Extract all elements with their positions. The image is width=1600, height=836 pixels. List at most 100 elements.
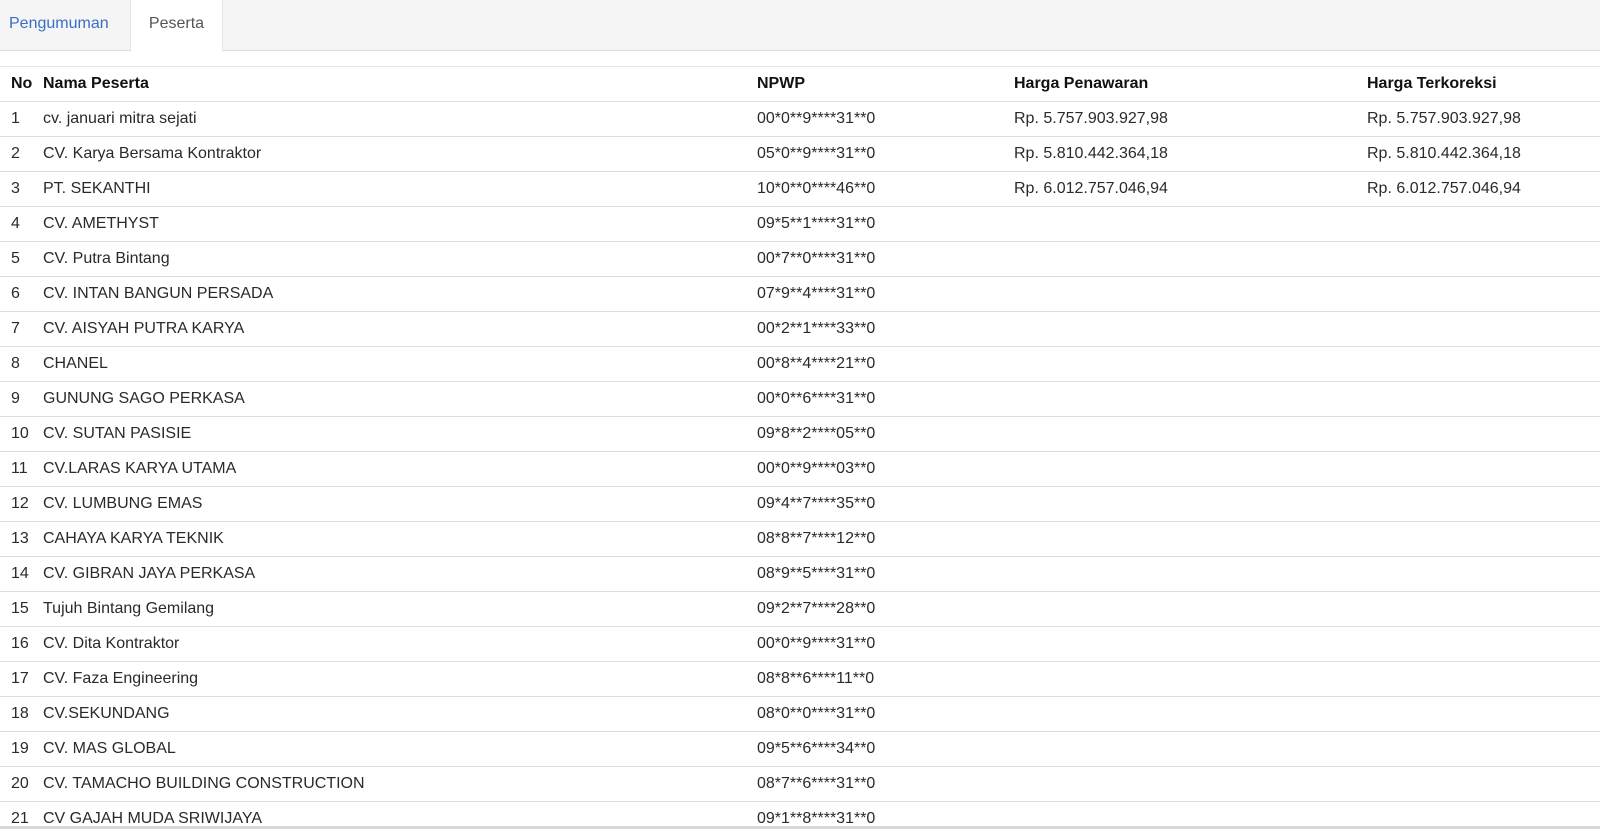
cell-no: 15 — [0, 592, 43, 627]
cell-harga-penawaran — [1014, 452, 1367, 487]
cell-npwp: 09*5**6****34**0 — [757, 732, 1014, 767]
cell-npwp: 00*7**0****31**0 — [757, 242, 1014, 277]
cell-npwp: 08*9**5****31**0 — [757, 557, 1014, 592]
cell-harga-terkoreksi: Rp. 6.012.757.046,94 — [1367, 172, 1600, 207]
cell-harga-penawaran — [1014, 522, 1367, 557]
cell-npwp: 00*0**9****03**0 — [757, 452, 1014, 487]
cell-npwp: 09*2**7****28**0 — [757, 592, 1014, 627]
cell-harga-penawaran — [1014, 207, 1367, 242]
cell-harga-penawaran: Rp. 6.012.757.046,94 — [1014, 172, 1367, 207]
cell-nama-peserta: CHANEL — [43, 347, 757, 382]
header-harga-terkoreksi: Harga Terkoreksi — [1367, 67, 1600, 102]
cell-harga-terkoreksi — [1367, 522, 1600, 557]
cell-nama-peserta: CV. MAS GLOBAL — [43, 732, 757, 767]
cell-npwp: 00*0**9****31**0 — [757, 102, 1014, 137]
cell-npwp: 08*7**6****31**0 — [757, 767, 1014, 802]
cell-nama-peserta: Tujuh Bintang Gemilang — [43, 592, 757, 627]
cell-no: 12 — [0, 487, 43, 522]
cell-no: 18 — [0, 697, 43, 732]
peserta-table: No Nama Peserta NPWP Harga Penawaran Har… — [0, 66, 1600, 836]
cell-nama-peserta: cv. januari mitra sejati — [43, 102, 757, 137]
cell-nama-peserta: CV. AMETHYST — [43, 207, 757, 242]
table-row: 13CAHAYA KARYA TEKNIK08*8**7****12**0 — [0, 522, 1600, 557]
cell-harga-penawaran — [1014, 697, 1367, 732]
table-body: 1cv. januari mitra sejati00*0**9****31**… — [0, 102, 1600, 836]
cell-harga-terkoreksi — [1367, 662, 1600, 697]
cell-npwp: 10*0**0****46**0 — [757, 172, 1014, 207]
header-no: No — [0, 67, 43, 102]
cell-no: 7 — [0, 312, 43, 347]
cell-nama-peserta: GUNUNG SAGO PERKASA — [43, 382, 757, 417]
cell-nama-peserta: CV. Karya Bersama Kontraktor — [43, 137, 757, 172]
cell-no: 6 — [0, 277, 43, 312]
cell-npwp: 09*4**7****35**0 — [757, 487, 1014, 522]
cell-nama-peserta: CV. LUMBUNG EMAS — [43, 487, 757, 522]
cell-no: 14 — [0, 557, 43, 592]
cell-harga-terkoreksi — [1367, 487, 1600, 522]
tab-peserta[interactable]: Peserta — [130, 0, 223, 52]
table-row: 11CV.LARAS KARYA UTAMA00*0**9****03**0 — [0, 452, 1600, 487]
cell-npwp: 00*2**1****33**0 — [757, 312, 1014, 347]
cell-nama-peserta: CV. TAMACHO BUILDING CONSTRUCTION — [43, 767, 757, 802]
tab-pengumuman[interactable]: Pengumuman — [0, 0, 130, 51]
cell-nama-peserta: CV.LARAS KARYA UTAMA — [43, 452, 757, 487]
cell-harga-penawaran — [1014, 627, 1367, 662]
cell-harga-terkoreksi — [1367, 557, 1600, 592]
cell-nama-peserta: CV. Putra Bintang — [43, 242, 757, 277]
table-row: 1cv. januari mitra sejati00*0**9****31**… — [0, 102, 1600, 137]
cell-harga-terkoreksi — [1367, 627, 1600, 662]
header-npwp: NPWP — [757, 67, 1014, 102]
table-row: 21CV GAJAH MUDA SRIWIJAYA09*1**8****31**… — [0, 802, 1600, 836]
cell-harga-terkoreksi — [1367, 767, 1600, 802]
cell-no: 13 — [0, 522, 43, 557]
table-row: 17CV. Faza Engineering08*8**6****11**0 — [0, 662, 1600, 697]
cell-nama-peserta: CV. GIBRAN JAYA PERKASA — [43, 557, 757, 592]
cell-no: 20 — [0, 767, 43, 802]
peserta-table-container: No Nama Peserta NPWP Harga Penawaran Har… — [0, 66, 1600, 836]
cell-npwp: 08*8**6****11**0 — [757, 662, 1014, 697]
table-row: 16CV. Dita Kontraktor00*0**9****31**0 — [0, 627, 1600, 662]
cell-no: 1 — [0, 102, 43, 137]
table-row: 19CV. MAS GLOBAL09*5**6****34**0 — [0, 732, 1600, 767]
cell-harga-terkoreksi — [1367, 452, 1600, 487]
table-row: 9GUNUNG SAGO PERKASA00*0**6****31**0 — [0, 382, 1600, 417]
cell-harga-terkoreksi — [1367, 277, 1600, 312]
cell-harga-penawaran — [1014, 277, 1367, 312]
cell-nama-peserta: PT. SEKANTHI — [43, 172, 757, 207]
header-harga-penawaran: Harga Penawaran — [1014, 67, 1367, 102]
cell-npwp: 09*8**2****05**0 — [757, 417, 1014, 452]
cell-harga-penawaran: Rp. 5.810.442.364,18 — [1014, 137, 1367, 172]
header-nama-peserta: Nama Peserta — [43, 67, 757, 102]
cell-nama-peserta: CV. AISYAH PUTRA KARYA — [43, 312, 757, 347]
cell-npwp: 00*0**6****31**0 — [757, 382, 1014, 417]
cell-harga-terkoreksi — [1367, 802, 1600, 836]
cell-npwp: 07*9**4****31**0 — [757, 277, 1014, 312]
cell-npwp: 08*8**7****12**0 — [757, 522, 1014, 557]
table-row: 15Tujuh Bintang Gemilang09*2**7****28**0 — [0, 592, 1600, 627]
cell-no: 2 — [0, 137, 43, 172]
table-row: 18CV.SEKUNDANG08*0**0****31**0 — [0, 697, 1600, 732]
cell-no: 10 — [0, 417, 43, 452]
cell-no: 16 — [0, 627, 43, 662]
cell-harga-terkoreksi — [1367, 697, 1600, 732]
cell-harga-penawaran — [1014, 242, 1367, 277]
cell-npwp: 09*5**1****31**0 — [757, 207, 1014, 242]
table-row: 14CV. GIBRAN JAYA PERKASA08*9**5****31**… — [0, 557, 1600, 592]
cell-harga-terkoreksi: Rp. 5.810.442.364,18 — [1367, 137, 1600, 172]
cell-npwp: 08*0**0****31**0 — [757, 697, 1014, 732]
tab-bar: Pengumuman Peserta — [0, 0, 1600, 51]
table-row: 6CV. INTAN BANGUN PERSADA07*9**4****31**… — [0, 277, 1600, 312]
cell-no: 9 — [0, 382, 43, 417]
cell-harga-penawaran — [1014, 767, 1367, 802]
cell-no: 4 — [0, 207, 43, 242]
cell-harga-penawaran — [1014, 802, 1367, 836]
cell-no: 5 — [0, 242, 43, 277]
table-row: 5CV. Putra Bintang00*7**0****31**0 — [0, 242, 1600, 277]
cell-harga-penawaran — [1014, 732, 1367, 767]
table-row: 4CV. AMETHYST09*5**1****31**0 — [0, 207, 1600, 242]
cell-harga-penawaran — [1014, 417, 1367, 452]
cell-harga-terkoreksi — [1367, 207, 1600, 242]
cell-nama-peserta: CV. Faza Engineering — [43, 662, 757, 697]
table-row: 3PT. SEKANTHI10*0**0****46**0Rp. 6.012.7… — [0, 172, 1600, 207]
cell-no: 3 — [0, 172, 43, 207]
